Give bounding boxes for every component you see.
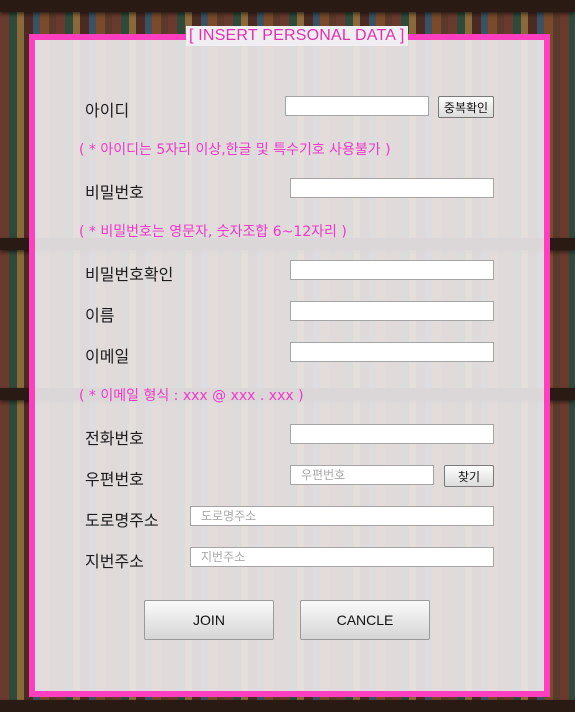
id-rule-note: ( * 아이디는 5자리 이상,한글 및 특수기호 사용불가 ): [79, 142, 391, 158]
id-input[interactable]: [285, 96, 429, 116]
road-address-label: 도로명주소: [85, 511, 159, 530]
zipcode-input[interactable]: [290, 465, 434, 485]
phone-input[interactable]: [290, 424, 494, 444]
email-format-note: ( * 이메일 형식 : xxx @ xxx . xxx ): [79, 388, 304, 404]
name-input[interactable]: [290, 301, 494, 321]
road-address-input[interactable]: [190, 506, 494, 526]
cancel-button[interactable]: CANCLE: [300, 600, 430, 640]
bookshelf-board: [0, 0, 575, 12]
form-legend: [ INSERT PERSONAL DATA ]: [186, 26, 408, 46]
zipcode-label: 우편번호: [85, 470, 144, 489]
password-input[interactable]: [290, 178, 494, 198]
email-label: 이메일: [85, 347, 130, 366]
password-confirm-label: 비밀번호확인: [85, 265, 174, 284]
phone-label: 전화번호: [85, 429, 144, 448]
password-rule-note: ( * 비밀번호는 영문자, 숫자조합 6~12자리 ): [79, 224, 347, 240]
name-label: 이름: [85, 306, 115, 325]
bookshelf-board: [0, 700, 575, 712]
lot-address-label: 지번주소: [85, 552, 144, 571]
email-input[interactable]: [290, 342, 494, 362]
join-button[interactable]: JOIN: [144, 600, 274, 640]
id-label: 아이디: [85, 101, 130, 120]
id-duplicate-check-button[interactable]: 중복확인: [438, 96, 494, 118]
lot-address-input[interactable]: [190, 547, 494, 567]
zipcode-find-button[interactable]: 찾기: [444, 465, 494, 487]
password-confirm-input[interactable]: [290, 260, 494, 280]
password-label: 비밀번호: [85, 183, 144, 202]
